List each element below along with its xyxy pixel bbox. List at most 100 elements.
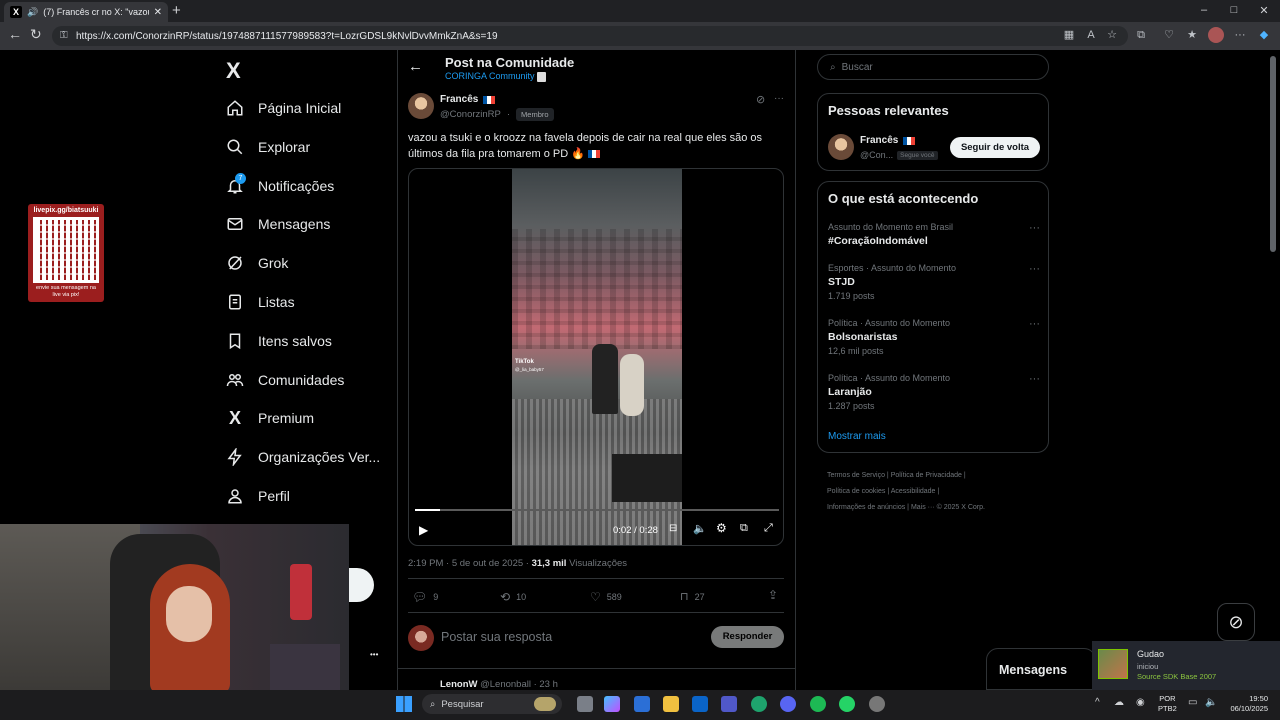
spotify-icon[interactable] — [810, 696, 826, 712]
messages-drawer[interactable]: Mensagens — [986, 648, 1096, 690]
footer-link[interactable]: Acessibilidade — [891, 488, 936, 495]
file-explorer-icon[interactable] — [663, 696, 679, 712]
browser-essentials-icon[interactable]: ♡ — [1162, 28, 1176, 42]
footer-link[interactable]: Política de Privacidade — [891, 472, 962, 479]
trend-item[interactable]: Política · Assunto do Momento Bolsonaris… — [828, 318, 1040, 356]
read-aloud-icon[interactable]: A — [1084, 28, 1098, 42]
nav-item-premium[interactable]: X Premium — [226, 404, 314, 432]
video-player[interactable]: TikTok @_lia_baby57 ▶ 0:02 / 0:28 ⊟ 🔈 ⚙ … — [408, 168, 784, 546]
taskbar-search[interactable]: ⌕ Pesquisar — [422, 694, 562, 714]
nav-item-grok[interactable]: Grok — [226, 249, 288, 277]
account-more-icon[interactable]: ••• — [370, 650, 378, 659]
footer-link[interactable]: Mais ··· — [911, 504, 935, 511]
grok-float-button[interactable]: ⊘ — [1217, 603, 1255, 641]
volume-tray-icon[interactable]: 🔈 — [1205, 697, 1217, 708]
video-progress-bar[interactable] — [415, 509, 779, 511]
nav-item-profile[interactable]: Perfil — [226, 482, 290, 510]
close-window-button[interactable]: ✕ — [1256, 4, 1272, 17]
back-arrow-icon[interactable]: ← — [408, 58, 423, 75]
footer-link[interactable]: Termos de Serviço — [827, 472, 885, 479]
x-logo-icon[interactable]: X — [226, 58, 241, 84]
trend-item[interactable]: Esportes · Assunto do Momento STJD 1.719… — [828, 263, 1040, 301]
author-name-row[interactable]: Francês — [440, 94, 496, 105]
back-button[interactable]: ← — [8, 26, 22, 42]
task-view-icon[interactable] — [577, 696, 593, 712]
grok-explain-icon[interactable]: ⊘ — [756, 93, 765, 106]
nav-item-notifications[interactable]: 7 Notificações — [226, 172, 334, 200]
next-reply-preview[interactable]: LenonW @Lenonball · 23 h — [440, 679, 558, 690]
profile-avatar[interactable] — [1208, 27, 1224, 43]
app-available-icon[interactable]: ▦ — [1062, 28, 1076, 42]
store-icon[interactable] — [634, 696, 650, 712]
extensions-icon[interactable]: ⧉ — [1134, 28, 1148, 42]
trend-item[interactable]: Assunto do Momento em Brasil #CoraçãoInd… — [828, 222, 1040, 247]
footer-link[interactable]: Informações de anúncios — [827, 504, 905, 511]
copilot-app-icon[interactable] — [604, 696, 620, 712]
teams-icon[interactable] — [721, 696, 737, 712]
show-more-link[interactable]: Mostrar mais — [828, 431, 886, 442]
new-tab-button[interactable]: + — [172, 3, 181, 18]
person-name[interactable]: Francês — [860, 135, 898, 146]
nav-item-explore[interactable]: Explorar — [226, 133, 310, 161]
captions-icon[interactable]: ⊟ — [669, 523, 677, 534]
copilot-icon[interactable]: ◆ — [1257, 28, 1271, 42]
post-more-icon[interactable]: ··· — [774, 93, 784, 104]
post-timestamp[interactable]: 2:19 PM · 5 de out de 2025 · — [408, 558, 532, 569]
follow-back-button[interactable]: Seguir de volta — [950, 137, 1040, 158]
obs-icon[interactable] — [869, 696, 885, 712]
pip-icon[interactable]: ⧉ — [740, 522, 748, 535]
like-action[interactable]: ♡ 589 — [590, 590, 622, 604]
trend-more-icon[interactable]: ··· — [1029, 222, 1040, 234]
outlook-icon[interactable] — [692, 696, 708, 712]
network-icon[interactable]: ▭ — [1188, 697, 1197, 708]
reply-action[interactable]: 💬︎ 9 — [412, 590, 438, 604]
reply-button[interactable]: Responder — [711, 626, 784, 648]
more-menu-icon[interactable]: ··· — [1233, 28, 1247, 42]
author-avatar[interactable] — [408, 93, 434, 119]
person-avatar[interactable] — [828, 134, 854, 160]
close-tab-icon[interactable]: ✕ — [154, 7, 162, 18]
share-icon[interactable]: ⇪ — [768, 588, 778, 602]
maximize-button[interactable]: □ — [1226, 4, 1242, 16]
whatsapp-icon[interactable] — [839, 696, 855, 712]
refresh-button[interactable]: ↻ — [30, 26, 42, 43]
nav-item-lists[interactable]: Listas — [226, 288, 295, 316]
nav-item-home[interactable]: Página Inicial — [226, 94, 341, 122]
search-box[interactable]: ⌕ Buscar — [817, 54, 1049, 80]
tray-overflow-icon[interactable]: ^ — [1095, 697, 1100, 708]
nav-item-messages[interactable]: Mensagens — [226, 210, 330, 238]
bookmark-action[interactable]: ⊓ 27 — [680, 590, 705, 603]
nav-item-bookmarks[interactable]: Itens salvos — [226, 327, 332, 355]
post-button[interactable] — [348, 568, 374, 602]
trend-item[interactable]: Política · Assunto do Momento Laranjão 1… — [828, 373, 1040, 411]
community-link[interactable]: CORINGA Community — [445, 71, 547, 82]
author-handle[interactable]: @ConorzinRP — [440, 109, 501, 120]
fullscreen-icon[interactable]: ⤢ — [764, 522, 773, 535]
favorites-icon[interactable]: ★ — [1185, 28, 1199, 42]
edge-icon[interactable] — [751, 696, 767, 712]
friend-activity-toast[interactable]: Gudao iniciou Source SDK Base 2007 — [1092, 641, 1280, 690]
person-handle[interactable]: @Con... — [860, 150, 893, 160]
discord-icon[interactable] — [780, 696, 796, 712]
address-bar[interactable]: ⚿ https://x.com/ConorzinRP/status/197488… — [52, 26, 1128, 46]
language-indicator[interactable]: POR PTB2 — [1158, 694, 1177, 714]
reply-input[interactable]: Postar sua resposta — [441, 630, 552, 644]
favorite-star-icon[interactable]: ☆ — [1105, 28, 1119, 42]
volume-icon[interactable]: 🔈 — [693, 522, 707, 535]
play-icon[interactable]: ▶ — [419, 523, 428, 537]
clock[interactable]: 19:50 06/10/2025 — [1222, 694, 1268, 714]
nav-item-communities[interactable]: Comunidades — [226, 366, 344, 394]
start-button[interactable] — [396, 696, 412, 712]
page-scrollbar[interactable] — [1270, 56, 1276, 252]
settings-gear-icon[interactable]: ⚙ — [716, 521, 727, 535]
repost-action[interactable]: ⟲ 10 — [500, 590, 526, 604]
onedrive-icon[interactable]: ☁ — [1114, 697, 1124, 708]
browser-tab[interactable]: X 🔊 (7) Francês cr no X: "vazou a ✕ — [4, 2, 168, 22]
footer-link[interactable]: Política de cookies — [827, 488, 885, 495]
nav-item-verified-orgs[interactable]: Organizações Ver... — [226, 443, 380, 471]
speaker-icon[interactable]: 🔊 — [27, 7, 38, 18]
steam-tray-icon[interactable]: ◉ — [1136, 697, 1145, 708]
trend-more-icon[interactable]: ··· — [1029, 263, 1040, 275]
minimize-button[interactable]: – — [1196, 4, 1212, 16]
trend-more-icon[interactable]: ··· — [1029, 318, 1040, 330]
